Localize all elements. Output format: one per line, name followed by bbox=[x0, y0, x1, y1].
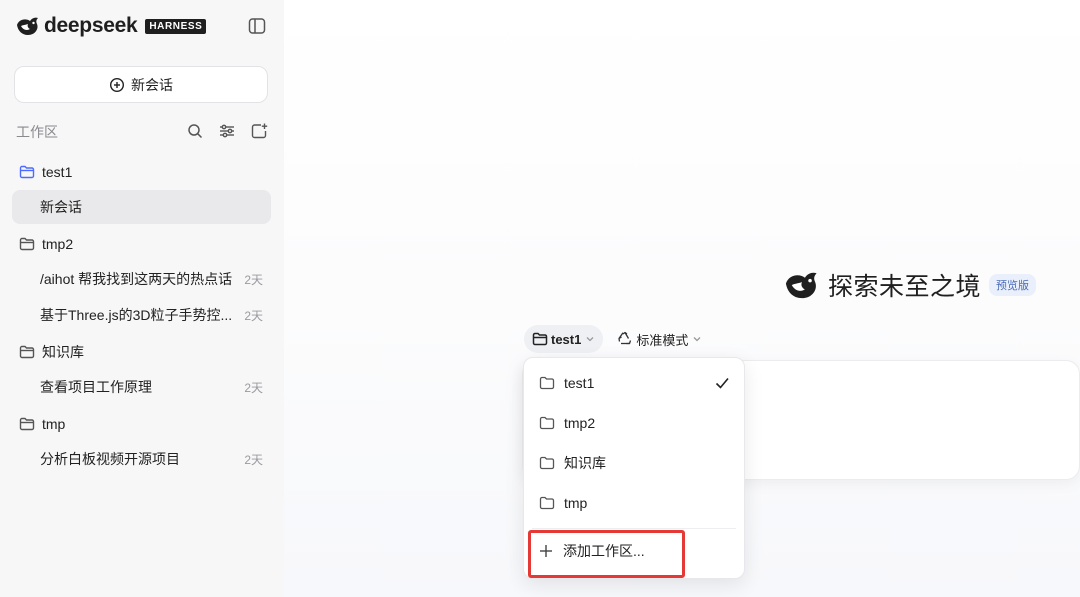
deepseek-whale-logo-icon bbox=[783, 266, 821, 304]
dropdown-item-test1[interactable]: test1 bbox=[524, 363, 744, 403]
folder-label: tmp bbox=[42, 416, 66, 432]
chat-title: 查看项目工作原理 bbox=[40, 379, 152, 395]
hero-title: 探索未至之境 bbox=[828, 273, 982, 301]
harness-badge: HARNESS bbox=[145, 18, 207, 34]
folder-icon bbox=[19, 344, 35, 360]
workspace-dropdown-menu: test1 tmp2 知识库 tmp 添加工作区... bbox=[523, 357, 745, 579]
composer-toolbar: test1 标准模式 bbox=[524, 325, 710, 353]
plus-circle-icon bbox=[109, 77, 125, 93]
folder-open-icon bbox=[19, 164, 35, 180]
hero: 探索未至之境 预览版 bbox=[783, 266, 1037, 304]
preview-badge: 预览版 bbox=[989, 274, 1037, 296]
dropdown-item-label: test1 bbox=[564, 375, 595, 391]
add-folder-icon[interactable] bbox=[250, 122, 268, 140]
chat-item[interactable]: /aihot 帮我找到这两天的热点话 2天 bbox=[12, 262, 271, 296]
checkmark-icon bbox=[714, 375, 730, 391]
folder-icon bbox=[19, 236, 35, 252]
folder-icon bbox=[539, 495, 555, 511]
plus-icon bbox=[539, 544, 553, 558]
chevron-down-icon bbox=[692, 334, 702, 344]
search-icon[interactable] bbox=[186, 122, 204, 140]
chat-title: 基于Three.js的3D粒子手势控... bbox=[40, 307, 233, 323]
chat-title: 新会话 bbox=[40, 199, 82, 215]
chat-time: 2天 bbox=[244, 308, 263, 323]
folder-icon bbox=[539, 455, 555, 471]
filter-sliders-icon[interactable] bbox=[218, 122, 236, 140]
chevron-down-icon bbox=[585, 334, 595, 344]
add-workspace-button[interactable]: 添加工作区... bbox=[524, 529, 744, 573]
folder-tmp2[interactable]: tmp2 bbox=[12, 226, 271, 262]
brand[interactable]: deepseek HARNESS bbox=[15, 13, 207, 39]
recycle-mode-icon bbox=[617, 331, 633, 347]
folder-test1[interactable]: test1 bbox=[12, 154, 271, 190]
chat-item[interactable]: 新会话 bbox=[12, 190, 271, 224]
sidebar-toggle-icon[interactable] bbox=[247, 16, 267, 36]
chat-time: 2天 bbox=[244, 272, 263, 287]
deepseek-whale-logo-icon bbox=[15, 13, 41, 39]
chat-item[interactable]: 分析白板视频开源项目 2天 bbox=[12, 442, 271, 476]
folder-icon bbox=[532, 331, 548, 347]
folder-tmp[interactable]: tmp bbox=[12, 406, 271, 442]
workspace-selector-label: test1 bbox=[551, 331, 582, 347]
folder-icon bbox=[539, 375, 555, 391]
mode-selector-label: 标准模式 bbox=[636, 332, 689, 348]
workspace-tools bbox=[186, 122, 268, 140]
workspace-selector-button[interactable]: test1 bbox=[524, 325, 604, 353]
sidebar: deepseek HARNESS 新会话 工作区 test1 新会话 tmp2 … bbox=[0, 0, 284, 597]
folder-label: 知识库 bbox=[42, 344, 84, 360]
folder-knowledge-base[interactable]: 知识库 bbox=[12, 334, 271, 370]
folder-icon bbox=[539, 415, 555, 431]
add-workspace-label: 添加工作区... bbox=[563, 543, 645, 559]
workspace-header: 工作区 bbox=[16, 122, 268, 142]
new-chat-button[interactable]: 新会话 bbox=[14, 66, 268, 103]
chat-title: /aihot 帮我找到这两天的热点话 bbox=[40, 271, 233, 287]
workspace-title: 工作区 bbox=[16, 124, 58, 140]
brand-name: deepseek bbox=[44, 14, 138, 37]
chat-item[interactable]: 基于Three.js的3D粒子手势控... 2天 bbox=[12, 298, 271, 332]
dropdown-item-tmp[interactable]: tmp bbox=[524, 483, 744, 523]
chat-time: 2天 bbox=[244, 380, 263, 395]
dropdown-item-knowledge-base[interactable]: 知识库 bbox=[524, 443, 744, 483]
folder-label: test1 bbox=[42, 164, 73, 180]
workspace-tree: test1 新会话 tmp2 /aihot 帮我找到这两天的热点话 2天 基于T… bbox=[12, 154, 271, 478]
new-chat-label: 新会话 bbox=[131, 76, 173, 93]
mode-selector-button[interactable]: 标准模式 bbox=[609, 325, 710, 353]
dropdown-item-tmp2[interactable]: tmp2 bbox=[524, 403, 744, 443]
folder-icon bbox=[19, 416, 35, 432]
chat-item[interactable]: 查看项目工作原理 2天 bbox=[12, 370, 271, 404]
dropdown-item-label: tmp bbox=[564, 495, 588, 511]
dropdown-item-label: 知识库 bbox=[564, 455, 606, 471]
dropdown-item-label: tmp2 bbox=[564, 415, 596, 431]
chat-title: 分析白板视频开源项目 bbox=[40, 451, 180, 467]
chat-time: 2天 bbox=[244, 452, 263, 467]
folder-label: tmp2 bbox=[42, 236, 74, 252]
